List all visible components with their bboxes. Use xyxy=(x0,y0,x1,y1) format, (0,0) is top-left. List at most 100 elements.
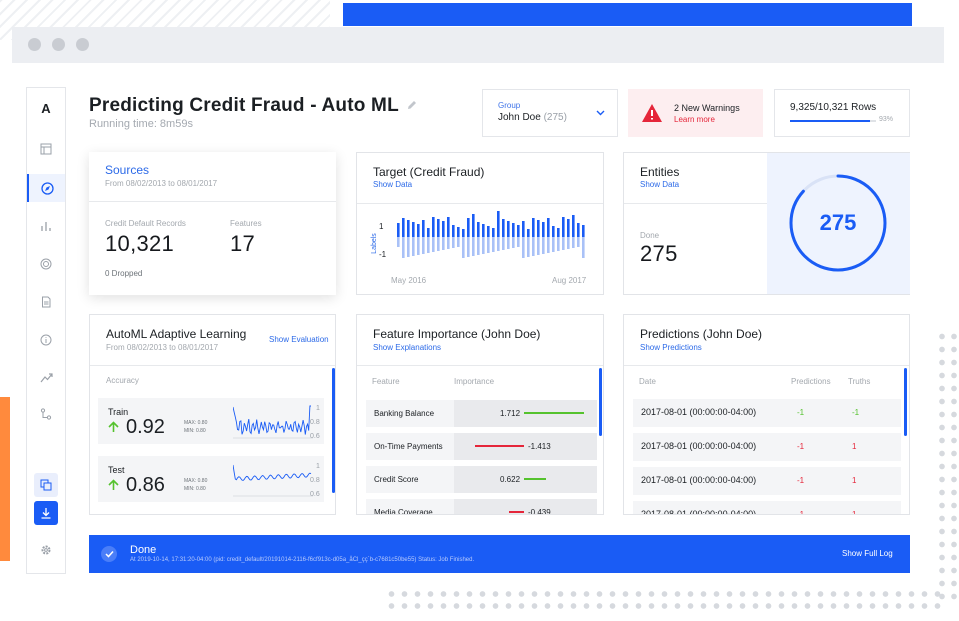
entities-card: Entities Show Data Done 275 275 xyxy=(623,152,910,295)
table-row[interactable]: On-Time Payments -1.413 xyxy=(366,433,597,460)
show-full-log-link[interactable]: Show Full Log xyxy=(842,549,893,558)
check-icon xyxy=(101,546,117,562)
sidebar-item-trends[interactable] xyxy=(27,364,65,392)
table-row[interactable]: 2017-08-01 (00:00:00-04:00) -1 1 xyxy=(633,501,901,515)
table-row[interactable]: 2017-08-01 (00:00:00-04:00) -1 -1 xyxy=(633,399,901,427)
sources-card[interactable]: Sources From 08/02/2013 to 08/01/2017 Cr… xyxy=(89,152,336,295)
feature-name: On-Time Payments xyxy=(374,442,443,451)
decor-dots xyxy=(385,588,945,610)
scrollbar[interactable] xyxy=(332,368,335,493)
target-bar-positive xyxy=(407,220,410,237)
settings-button[interactable] xyxy=(27,536,65,564)
sidebar-item-explore[interactable] xyxy=(27,174,65,202)
sidebar: A xyxy=(26,87,66,574)
sidebar-item-target[interactable] xyxy=(27,250,65,278)
target-bar-negative xyxy=(512,237,515,248)
importance-title: Feature Importance (John Doe) xyxy=(373,327,541,341)
target-bar-positive xyxy=(472,214,475,237)
show-data-link[interactable]: Show Data xyxy=(373,180,412,189)
target-bar-negative xyxy=(582,237,585,258)
copy-button[interactable] xyxy=(34,473,58,497)
target-bar-negative xyxy=(442,237,445,250)
window-dot xyxy=(52,38,65,51)
learn-more-link[interactable]: Learn more xyxy=(674,115,715,124)
dropped-count: 0 Dropped xyxy=(105,269,143,278)
prediction-value: -1 xyxy=(797,408,805,417)
x-tick-start: May 2016 xyxy=(391,276,427,285)
automl-card: AutoML Adaptive Learning From 08/02/2013… xyxy=(89,314,336,515)
running-time: Running time: 8m59s xyxy=(89,118,193,130)
rows-text: 9,325/10,321 Rows xyxy=(790,102,877,113)
test-metric: Test 0.86 MAX: 0.80 MIN: 0.80 1 0.8 0.6 xyxy=(98,456,324,502)
column-header-importance: Importance xyxy=(454,377,495,386)
download-button[interactable] xyxy=(34,501,58,525)
sidebar-item-table[interactable] xyxy=(27,135,65,163)
sidebar-item-info[interactable] xyxy=(27,326,65,354)
divider xyxy=(624,365,909,366)
show-explanations-link[interactable]: Show Explanations xyxy=(373,343,441,352)
importance-bar-negative xyxy=(474,445,524,447)
train-value: 0.92 xyxy=(126,416,165,438)
logo[interactable]: A xyxy=(27,94,65,122)
train-sparkline xyxy=(233,405,313,439)
table-row[interactable]: Media Coverage -0.439 xyxy=(366,499,597,514)
divider xyxy=(357,203,603,204)
target-bar-positive xyxy=(477,222,480,237)
sparkline-path xyxy=(233,464,312,481)
features-value: 17 xyxy=(230,231,256,256)
target-bar-positive xyxy=(562,217,565,237)
target-bar-negative xyxy=(452,237,455,248)
automl-range: From 08/02/2013 to 08/01/2017 xyxy=(106,343,219,352)
sidebar-item-documents[interactable] xyxy=(27,288,65,316)
target-bar-negative xyxy=(572,237,575,248)
show-data-link[interactable]: Show Data xyxy=(640,180,679,189)
target-bar-negative xyxy=(447,237,450,249)
sources-title: Sources xyxy=(105,163,150,177)
train-min: MIN: 0.80 xyxy=(184,428,206,434)
target-bar-positive xyxy=(447,217,450,237)
show-predictions-link[interactable]: Show Predictions xyxy=(640,343,702,352)
scrollbar[interactable] xyxy=(599,368,602,436)
target-bar-negative xyxy=(507,237,510,249)
page-title: Predicting Credit Fraud - Auto ML xyxy=(89,95,418,117)
table-row[interactable]: 2017-08-01 (00:00:00-04:00) -1 1 xyxy=(633,467,901,495)
show-evaluation-link[interactable]: Show Evaluation xyxy=(269,335,329,344)
prediction-date: 2017-08-01 (00:00:00-04:00) xyxy=(641,509,757,515)
target-bar-negative xyxy=(422,237,425,254)
target-bar-negative xyxy=(397,237,400,247)
column-header-truths: Truths xyxy=(848,377,871,386)
table-row[interactable]: Banking Balance 1.712 xyxy=(366,400,597,427)
predictions-card: Predictions (John Doe) Show Predictions … xyxy=(623,314,910,515)
target-bar-positive xyxy=(417,224,420,237)
warnings-panel[interactable]: 2 New Warnings Learn more xyxy=(628,89,763,137)
table-row[interactable]: Credit Score 0.622 xyxy=(366,466,597,493)
target-bar-positive xyxy=(402,218,405,237)
group-count: (275) xyxy=(543,112,567,123)
target-bar-positive xyxy=(452,225,455,237)
sidebar-item-workflow[interactable] xyxy=(27,400,65,428)
scrollbar[interactable] xyxy=(904,368,907,436)
target-bar-positive xyxy=(517,225,520,237)
entities-title: Entities xyxy=(640,165,680,179)
group-select[interactable]: Group John Doe (275) xyxy=(482,89,618,137)
target-title: Target (Credit Fraud) xyxy=(373,165,485,179)
table-row[interactable]: 2017-08-01 (00:00:00-04:00) -1 1 xyxy=(633,433,901,461)
sidebar-item-charts[interactable] xyxy=(27,212,65,240)
target-bar-negative xyxy=(472,237,475,256)
group-value: John Doe xyxy=(498,112,541,123)
status-detail: At 2019-10-14, 17:31:20-04:00 (pid: cred… xyxy=(130,557,475,563)
target-bar-negative xyxy=(547,237,550,253)
truth-value: 1 xyxy=(852,476,857,485)
trend-icon xyxy=(40,373,53,383)
target-bar-positive xyxy=(567,219,570,237)
importance-bar-positive xyxy=(524,412,584,414)
importance-value: -1.413 xyxy=(528,442,551,451)
test-tick: 0.6 xyxy=(310,491,320,498)
target-bar-positive xyxy=(537,220,540,237)
truth-value: -1 xyxy=(852,408,860,417)
pencil-icon[interactable] xyxy=(406,99,418,111)
target-bar-negative xyxy=(412,237,415,256)
target-bar-negative xyxy=(492,237,495,252)
target-bar-negative xyxy=(552,237,555,252)
target-bar-positive xyxy=(467,218,470,237)
